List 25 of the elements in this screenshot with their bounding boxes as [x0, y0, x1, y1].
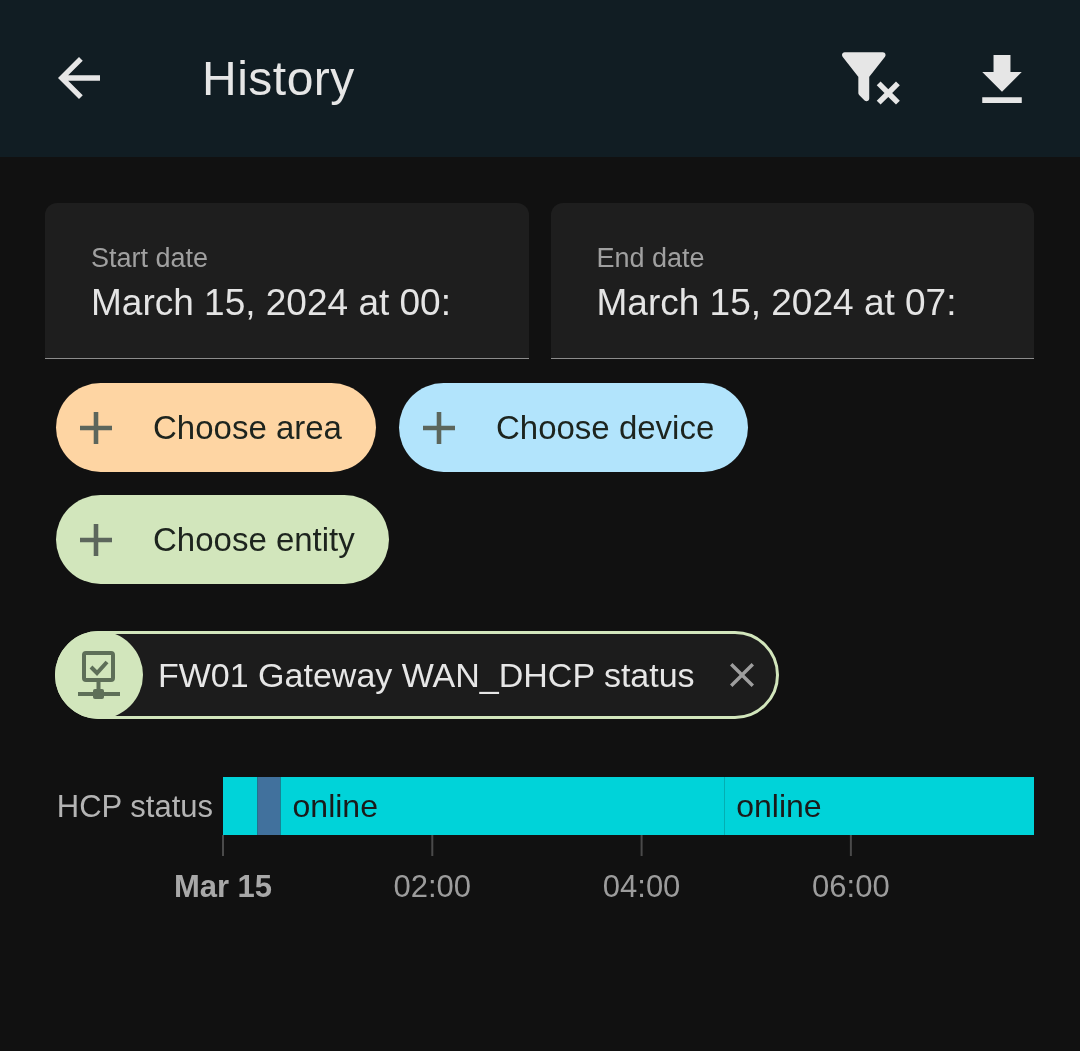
segment-label: online — [736, 788, 822, 824]
date-field[interactable]: Start date March 15, 2024 at 00: — [45, 203, 529, 359]
tick-mark — [640, 834, 643, 857]
axis-tick-label: 04:00 — [602, 869, 681, 904]
axis-tick-label: 06:00 — [812, 869, 890, 904]
download-icon — [982, 54, 1022, 103]
row-label: HCP status — [56, 789, 213, 824]
plus-icon — [80, 411, 112, 444]
axis-tick-label: 02:00 — [393, 869, 472, 904]
date-field[interactable]: End date March 15, 2024 at 07: — [550, 203, 1034, 359]
segment-label: online — [292, 788, 378, 824]
tick-mark — [222, 834, 224, 857]
tick-mark — [849, 834, 852, 857]
filter-remove-icon — [842, 52, 900, 105]
tick-mark — [431, 834, 434, 857]
entity-name: FW01 Gateway WAN_DHCP status — [158, 655, 695, 695]
page-title: History — [202, 51, 355, 106]
arrow-left-icon — [58, 56, 100, 99]
add-filter-button[interactable]: Choose area — [56, 383, 376, 472]
add-filter-button[interactable]: Choose entity — [56, 495, 389, 584]
add-filter-button[interactable]: Choose device — [398, 383, 749, 472]
close-icon — [729, 663, 754, 687]
plus-icon — [80, 523, 112, 556]
axis-tick-label: Mar 15 — [173, 869, 273, 904]
plus-icon — [422, 411, 455, 444]
